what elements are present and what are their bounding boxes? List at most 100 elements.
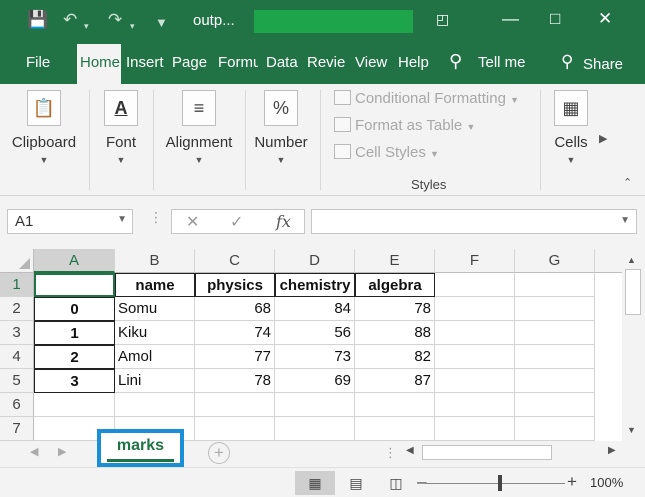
row-header-2[interactable]: 2 [0, 297, 34, 321]
column-header-a[interactable]: A [34, 249, 115, 273]
cell-d3[interactable]: 56 [275, 321, 355, 345]
cell-e3[interactable]: 88 [355, 321, 435, 345]
tab-split-handle-icon[interactable]: ⋮ [384, 445, 397, 461]
cell-f1[interactable] [435, 273, 515, 297]
cell-a1[interactable] [34, 273, 115, 297]
cell-f2[interactable] [435, 297, 515, 321]
cell-g3[interactable] [515, 321, 595, 345]
tab-home[interactable]: Home [77, 44, 121, 84]
zoom-level[interactable]: 100% [590, 475, 623, 490]
ribbon-display-icon[interactable]: ◰ [436, 8, 449, 30]
cell-f3[interactable] [435, 321, 515, 345]
cell-g1[interactable] [515, 273, 595, 297]
share-person-icon[interactable]: ⚲ [561, 52, 573, 72]
cell-b2[interactable]: Somu [115, 297, 195, 321]
cell-d6[interactable] [275, 393, 355, 417]
cell-e6[interactable] [355, 393, 435, 417]
page-break-view-icon[interactable]: ◫ [376, 471, 416, 495]
cell-e2[interactable]: 78 [355, 297, 435, 321]
horizontal-scrollbar[interactable]: ◀ ▶ [400, 443, 623, 463]
conditional-formatting-button[interactable]: Conditional Formatting ▼ [334, 90, 519, 107]
close-icon[interactable]: ✕ [598, 8, 612, 30]
cell-c1[interactable]: physics [195, 273, 275, 297]
undo-icon[interactable]: ↶ [63, 9, 77, 31]
cell-c2[interactable]: 68 [195, 297, 275, 321]
cell-f6[interactable] [435, 393, 515, 417]
row-header-1[interactable]: 1 [0, 273, 34, 297]
cell-c3[interactable]: 74 [195, 321, 275, 345]
column-header-f[interactable]: F [435, 249, 515, 273]
column-header-c[interactable]: C [195, 249, 275, 273]
column-header-e[interactable]: E [355, 249, 435, 273]
sheet-tab-marks[interactable]: marks [97, 429, 184, 467]
scroll-up-icon[interactable]: ▲ [627, 255, 636, 265]
scroll-down-icon[interactable]: ▼ [627, 425, 636, 435]
cancel-icon[interactable]: ✕ [186, 212, 199, 232]
collapse-ribbon-icon[interactable]: ⌃ [623, 176, 632, 189]
name-box[interactable]: A1 ▼ [7, 209, 133, 234]
cell-f7[interactable] [435, 417, 515, 441]
column-header-g[interactable]: G [515, 249, 595, 273]
minimize-icon[interactable]: — [502, 8, 519, 30]
lightbulb-icon[interactable]: ⚲ [449, 51, 462, 72]
horizontal-scroll-thumb[interactable] [422, 445, 552, 460]
select-all-button[interactable] [0, 249, 34, 273]
cell-e1[interactable]: algebra [355, 273, 435, 297]
row-header-4[interactable]: 4 [0, 345, 34, 369]
cell-g5[interactable] [515, 369, 595, 393]
customize-toolbar-icon[interactable]: ▼ [155, 12, 168, 34]
chevron-down-icon[interactable]: ▼ [117, 214, 127, 225]
row-header-5[interactable]: 5 [0, 369, 34, 393]
zoom-out-icon[interactable]: – [417, 472, 426, 492]
vertical-scrollbar[interactable]: ▲ ▼ [622, 249, 645, 441]
cells-group[interactable]: ▦ Cells ▼ [546, 84, 596, 165]
cell-c4[interactable]: 77 [195, 345, 275, 369]
cell-f4[interactable] [435, 345, 515, 369]
font-group[interactable]: A Font ▼ [96, 84, 146, 165]
cell-styles-button[interactable]: Cell Styles ▼ [334, 144, 439, 161]
tab-view[interactable]: View [355, 54, 389, 71]
row-header-3[interactable]: 3 [0, 321, 34, 345]
add-sheet-icon[interactable]: + [208, 442, 230, 464]
maximize-icon[interactable]: □ [550, 8, 560, 30]
share-button[interactable]: Share [583, 56, 623, 73]
undo-dropdown-icon[interactable]: ▾ [84, 15, 89, 37]
redo-icon[interactable]: ↷ [108, 9, 122, 31]
cell-d1[interactable]: chemistry [275, 273, 355, 297]
column-header-d[interactable]: D [275, 249, 355, 273]
cell-c7[interactable] [195, 417, 275, 441]
cell-a5[interactable]: 3 [34, 369, 115, 393]
tab-review[interactable]: Revie [307, 54, 347, 71]
cell-e7[interactable] [355, 417, 435, 441]
cell-b5[interactable]: Lini [115, 369, 195, 393]
cell-d7[interactable] [275, 417, 355, 441]
cell-a4[interactable]: 2 [34, 345, 115, 369]
tab-help[interactable]: Help [398, 54, 432, 71]
cell-g2[interactable] [515, 297, 595, 321]
cell-g4[interactable] [515, 345, 595, 369]
cell-a3[interactable]: 1 [34, 321, 115, 345]
normal-view-icon[interactable]: ▦ [295, 471, 335, 495]
title-search-box[interactable] [254, 10, 413, 33]
insert-function-icon[interactable]: fx [276, 212, 291, 231]
cell-d5[interactable]: 69 [275, 369, 355, 393]
cell-a2[interactable]: 0 [34, 297, 115, 321]
ribbon-scroll-right-icon[interactable]: ▶ [599, 132, 607, 145]
cell-c5[interactable]: 78 [195, 369, 275, 393]
alignment-group[interactable]: ≡ Alignment ▼ [160, 84, 238, 165]
chevron-down-icon[interactable]: ▼ [620, 215, 630, 226]
zoom-slider[interactable] [425, 483, 565, 484]
tab-data[interactable]: Data [266, 54, 300, 71]
row-header-7[interactable]: 7 [0, 417, 34, 441]
number-group[interactable]: % Number ▼ [250, 84, 312, 165]
column-header-b[interactable]: B [115, 249, 195, 273]
row-header-6[interactable]: 6 [0, 393, 34, 417]
cell-e5[interactable]: 87 [355, 369, 435, 393]
scroll-left-icon[interactable]: ◀ [406, 445, 414, 456]
column-header-h[interactable] [595, 249, 622, 273]
tab-file[interactable]: File [26, 54, 50, 71]
cell-b6[interactable] [115, 393, 195, 417]
save-icon[interactable]: 💾 [27, 9, 48, 31]
cell-g6[interactable] [515, 393, 595, 417]
tab-formulas[interactable]: Formu [218, 54, 258, 71]
